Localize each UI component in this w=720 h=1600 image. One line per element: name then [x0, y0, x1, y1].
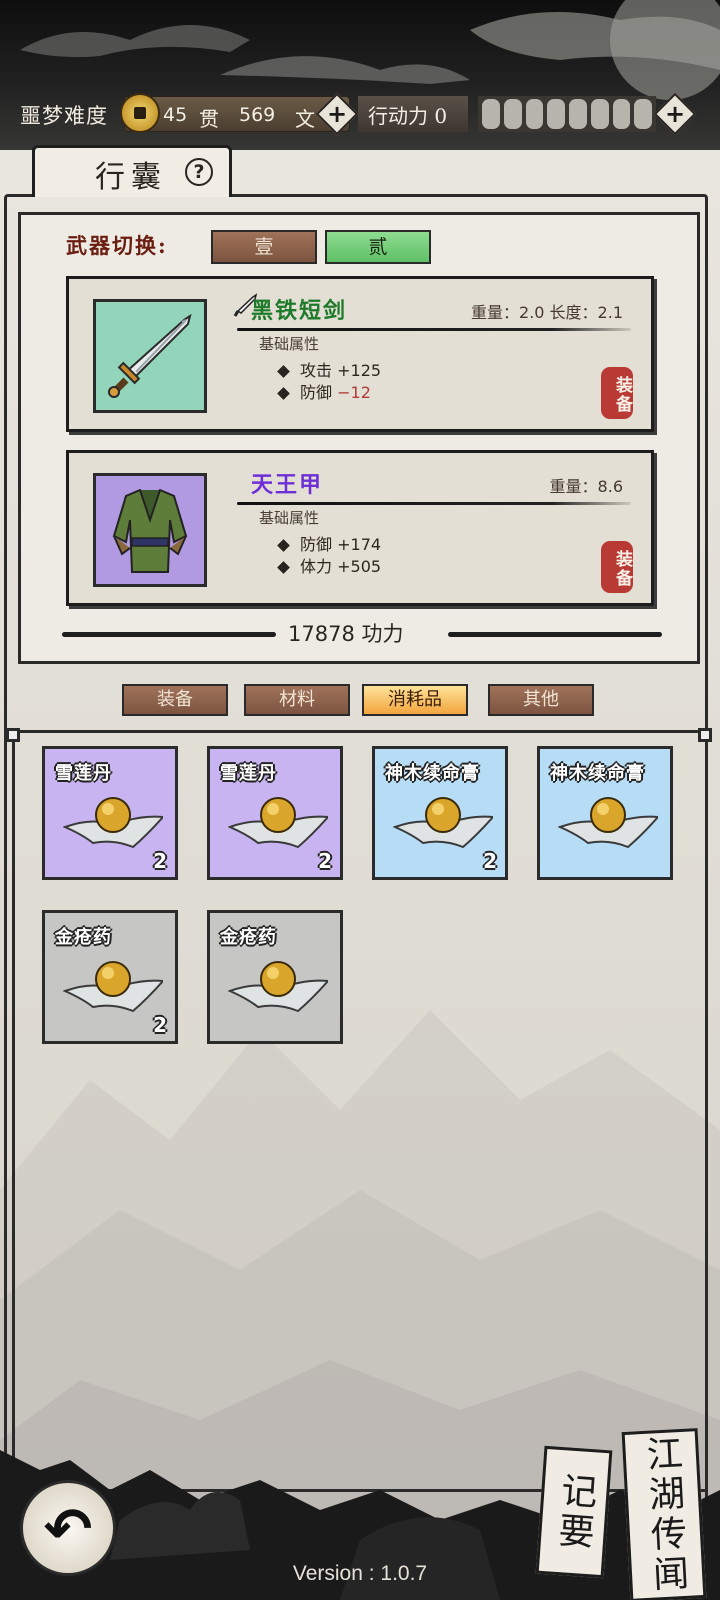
divider: [62, 632, 276, 637]
top-hud: 噩梦难度 45 贯 569 文 + 行动力 0 +: [0, 92, 720, 136]
item-name: 雪莲丹: [55, 763, 112, 784]
stat-value: +174: [337, 535, 382, 554]
weapon-slot-1-button[interactable]: 壹: [211, 230, 317, 264]
item-name: 金疮药: [55, 927, 112, 948]
equipped-weapon-card[interactable]: 黑铁短剑 重量：2.0 长度：2.1 基础属性 攻击 +125 防御 −12 装…: [66, 276, 654, 432]
inventory-slot[interactable]: 金疮药 2: [42, 910, 178, 1044]
pill-icon: [558, 797, 658, 849]
base-stats-heading: 基础属性: [259, 509, 320, 527]
back-arrow-icon: ↶: [43, 1495, 93, 1563]
coins-guan-unit: 贯: [199, 107, 219, 131]
weapon-slot-2-button[interactable]: 贰: [325, 230, 431, 264]
armor-thumbnail: [93, 473, 207, 587]
pill-icon: [228, 961, 328, 1013]
top-banner: [0, 0, 720, 160]
weapon-thumbnail: [93, 299, 207, 413]
stat-defense: 防御 −12: [277, 379, 371, 403]
add-action-points-button[interactable]: +: [653, 92, 697, 136]
item-count: 2: [153, 1013, 167, 1037]
stamina-pip: [525, 99, 544, 129]
bag-title-tab: 行囊 ?: [32, 145, 232, 197]
inventory-slot[interactable]: 金疮药: [207, 910, 343, 1044]
stamina-pip: [590, 99, 609, 129]
bullet-icon: [277, 387, 290, 400]
stamina-pip: [634, 99, 652, 129]
power-summary: 17878 功力: [18, 614, 700, 650]
armor-icon: [112, 488, 188, 573]
tab-other[interactable]: 其他: [488, 684, 594, 716]
stamina-meter: [478, 96, 656, 132]
pill-icon: [228, 797, 328, 849]
weapon-switch-label: 武器切换:: [66, 233, 168, 258]
page-title: 行囊: [95, 160, 167, 195]
stamina-pip: [569, 99, 587, 129]
inventory-slot[interactable]: 神木续命膏 2: [372, 746, 508, 880]
difficulty-label: 噩梦难度: [20, 104, 108, 128]
stat-attack: 攻击 +125: [277, 357, 382, 381]
stat-value: −12: [337, 383, 371, 402]
version-label: Version : 1.0.7: [292, 1562, 428, 1585]
stat-label: 攻击: [300, 361, 333, 380]
armor-name: 天王甲: [251, 472, 324, 498]
bullet-icon: [277, 365, 290, 378]
stat-value: +505: [337, 557, 382, 576]
bullet-icon: [277, 561, 290, 574]
pill-icon: [63, 961, 163, 1013]
equip-seal-button[interactable]: 装备: [601, 541, 633, 593]
bullet-icon: [277, 539, 290, 552]
weapon-meta: 重量：2.0 长度：2.1: [471, 303, 623, 322]
item-count: 2: [483, 849, 497, 873]
coin-icon: [120, 93, 160, 133]
stat-label: 防御: [300, 383, 333, 402]
help-icon[interactable]: ?: [185, 158, 213, 186]
power-value: 17878 功力: [288, 622, 404, 646]
inventory-slot[interactable]: 神木续命膏: [537, 746, 673, 880]
item-name: 金疮药: [220, 927, 277, 948]
item-name: 雪莲丹: [220, 763, 277, 784]
stamina-pip: [612, 99, 631, 129]
stat-label: 体力: [300, 557, 333, 576]
equip-seal-button[interactable]: 装备: [601, 367, 633, 419]
tab-equipment[interactable]: 装备: [122, 684, 228, 716]
pill-icon: [63, 797, 163, 849]
item-name: 神木续命膏: [550, 763, 645, 784]
stamina-pip: [503, 99, 522, 129]
coins-wen: 569: [239, 104, 276, 126]
frame-corner: [698, 728, 712, 742]
divider: [237, 502, 631, 505]
notes-button[interactable]: 记要: [535, 1445, 613, 1579]
stamina-pip: [482, 99, 500, 129]
cloud-decoration: [20, 0, 720, 100]
stat-vitality: 体力 +505: [277, 553, 382, 577]
divider: [448, 632, 662, 637]
item-count: 2: [153, 849, 167, 873]
base-stats-heading: 基础属性: [259, 335, 320, 353]
frame-corner: [6, 728, 20, 742]
stat-value: +125: [337, 361, 382, 380]
plus-icon: +: [664, 100, 686, 128]
item-count: 2: [318, 849, 332, 873]
inventory-slot[interactable]: 雪莲丹 2: [207, 746, 343, 880]
inventory-slot[interactable]: 雪莲丹 2: [42, 746, 178, 880]
item-name: 神木续命膏: [385, 763, 480, 784]
stat-label: 防御: [300, 535, 333, 554]
action-points-label: 行动力 0: [368, 104, 448, 128]
stat-defense: 防御 +174: [277, 531, 382, 555]
plus-icon: +: [326, 100, 348, 128]
sword-icon: [108, 313, 192, 398]
weapon-name: 黑铁短剑: [251, 298, 348, 324]
tab-materials[interactable]: 材料: [244, 684, 350, 716]
stamina-pip: [547, 99, 565, 129]
tab-consumables[interactable]: 消耗品: [362, 684, 468, 716]
pill-icon: [393, 797, 493, 849]
coins-guan: 45: [163, 104, 188, 126]
divider: [237, 328, 631, 331]
equipped-armor-card[interactable]: 天王甲 重量：8.6 基础属性 防御 +174 体力 +505 装备: [66, 450, 654, 606]
coins-wen-unit: 文: [295, 107, 315, 131]
armor-meta: 重量：8.6: [549, 477, 623, 496]
